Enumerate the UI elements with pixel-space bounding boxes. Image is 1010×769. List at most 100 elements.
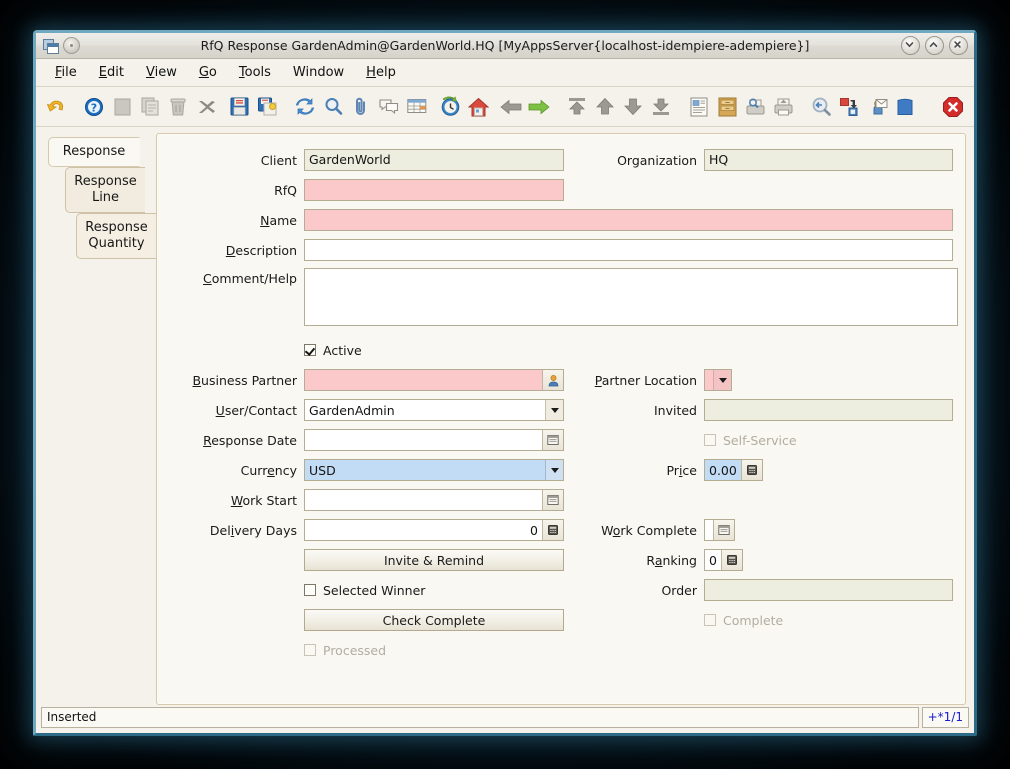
work-complete-field[interactable] — [705, 520, 713, 540]
menu-view[interactable]: View — [135, 62, 188, 83]
user-contact-combo[interactable]: GardenAdmin — [304, 399, 564, 421]
check-complete-button[interactable]: Check Complete — [304, 609, 564, 631]
save-new-icon[interactable] — [253, 92, 281, 122]
request-icon[interactable] — [863, 92, 891, 122]
calculator-icon[interactable] — [542, 520, 563, 540]
business-partner-field-group — [304, 369, 564, 391]
print-preview-icon[interactable] — [741, 92, 769, 122]
grid-toggle-icon[interactable] — [403, 92, 431, 122]
save-icon[interactable] — [225, 92, 253, 122]
menu-file[interactable]: File — [44, 62, 88, 83]
last-record-icon[interactable] — [647, 92, 675, 122]
new-record-icon[interactable] — [108, 92, 136, 122]
window-restore-icon[interactable] — [43, 39, 58, 53]
active-label: Active — [323, 343, 362, 358]
calendar-icon[interactable] — [542, 490, 563, 510]
response-date-field[interactable] — [305, 430, 542, 450]
name-field[interactable] — [304, 209, 953, 231]
attachment-icon[interactable] — [347, 92, 375, 122]
ranking-field[interactable]: 0 — [705, 550, 721, 570]
zoom-across-icon[interactable] — [835, 92, 863, 122]
form-row-work-start: Work Start — [169, 488, 953, 512]
client-field[interactable]: GardenWorld — [304, 149, 564, 171]
complete-checkbox[interactable] — [704, 614, 716, 626]
selected-winner-checkbox[interactable] — [304, 584, 316, 596]
delete-record-icon[interactable] — [164, 92, 192, 122]
window-menu-icon[interactable] — [63, 37, 80, 54]
currency-combo[interactable]: USD — [304, 459, 564, 481]
calendar-icon[interactable] — [713, 520, 734, 540]
tab-response-line[interactable]: Response Line — [65, 167, 145, 213]
partner-location-combo[interactable] — [704, 369, 732, 391]
work-start-field[interactable] — [305, 490, 542, 510]
calculator-icon[interactable] — [721, 550, 742, 570]
menu-help[interactable]: Help — [355, 62, 407, 83]
chevron-down-icon[interactable] — [545, 460, 563, 480]
active-checkbox[interactable] — [304, 344, 316, 356]
exit-icon[interactable] — [939, 92, 967, 122]
help-icon[interactable]: ? — [80, 92, 108, 122]
comment-help-label: Comment/Help — [169, 268, 304, 290]
close-button[interactable] — [949, 36, 968, 55]
previous-record-icon[interactable] — [497, 92, 525, 122]
self-service-checkbox[interactable] — [704, 434, 716, 446]
delivery-days-field[interactable]: 0 — [305, 520, 542, 540]
form-row-selected-winner: Selected Winner Order — [169, 578, 953, 602]
print-icon[interactable] — [769, 92, 797, 122]
ranking-label: Ranking — [567, 553, 704, 568]
tab-response-quantity-label: Response Quantity — [85, 220, 147, 251]
response-date-label: Response Date — [169, 433, 304, 448]
zoom-back-icon[interactable] — [807, 92, 835, 122]
partner-location-label: Partner Location — [567, 373, 704, 388]
description-field[interactable] — [304, 239, 953, 261]
invited-field[interactable] — [704, 399, 953, 421]
menu-go[interactable]: Go — [188, 62, 228, 83]
title-bar[interactable]: RfQ Response GardenAdmin@GardenWorld.HQ … — [36, 33, 974, 59]
next-page-icon[interactable] — [619, 92, 647, 122]
work-start-label: Work Start — [169, 493, 304, 508]
history-icon[interactable] — [436, 92, 464, 122]
find-icon[interactable] — [319, 92, 347, 122]
next-record-icon[interactable] — [525, 92, 553, 122]
product-info-icon[interactable] — [891, 92, 919, 122]
undo-icon[interactable] — [42, 92, 70, 122]
content-area: Response Response Line Response Quantity… — [36, 127, 974, 705]
rfq-field[interactable] — [304, 179, 564, 201]
processed-checkbox[interactable] — [304, 644, 316, 656]
toolbar: ? — [36, 87, 974, 127]
self-service-label: Self-Service — [723, 433, 797, 448]
first-record-icon[interactable] — [563, 92, 591, 122]
menu-edit[interactable]: Edit — [88, 62, 135, 83]
maximize-button[interactable] — [925, 36, 944, 55]
chevron-down-icon[interactable] — [713, 370, 731, 390]
refresh-icon[interactable] — [291, 92, 319, 122]
form-row-processed: Processed — [169, 638, 953, 662]
menu-tools[interactable]: Tools — [228, 62, 282, 83]
price-field[interactable]: 0.00 — [705, 460, 741, 480]
partner-location-field[interactable] — [705, 370, 713, 390]
report-icon[interactable] — [685, 92, 713, 122]
home-icon[interactable] — [464, 92, 492, 122]
tab-response-quantity[interactable]: Response Quantity — [76, 213, 156, 259]
tab-response[interactable]: Response — [48, 137, 140, 167]
comment-help-textarea[interactable] — [304, 268, 958, 326]
bpartner-lookup-icon[interactable] — [542, 370, 563, 390]
delete-selection-icon[interactable] — [192, 92, 220, 122]
minimize-button[interactable] — [901, 36, 920, 55]
organization-field[interactable]: HQ — [704, 149, 953, 171]
invite-remind-button[interactable]: Invite & Remind — [304, 549, 564, 571]
user-contact-field[interactable]: GardenAdmin — [305, 400, 545, 420]
order-field[interactable] — [704, 579, 953, 601]
archive-icon[interactable] — [713, 92, 741, 122]
menu-window[interactable]: Window — [282, 62, 355, 83]
price-field-group: 0.00 — [704, 459, 763, 481]
copy-record-icon[interactable] — [136, 92, 164, 122]
chevron-down-icon[interactable] — [545, 400, 563, 420]
delivery-days-field-group: 0 — [304, 519, 564, 541]
calculator-icon[interactable] — [741, 460, 762, 480]
currency-field[interactable]: USD — [305, 460, 545, 480]
chat-icon[interactable] — [375, 92, 403, 122]
business-partner-field[interactable] — [305, 370, 542, 390]
previous-page-icon[interactable] — [591, 92, 619, 122]
calendar-icon[interactable] — [542, 430, 563, 450]
